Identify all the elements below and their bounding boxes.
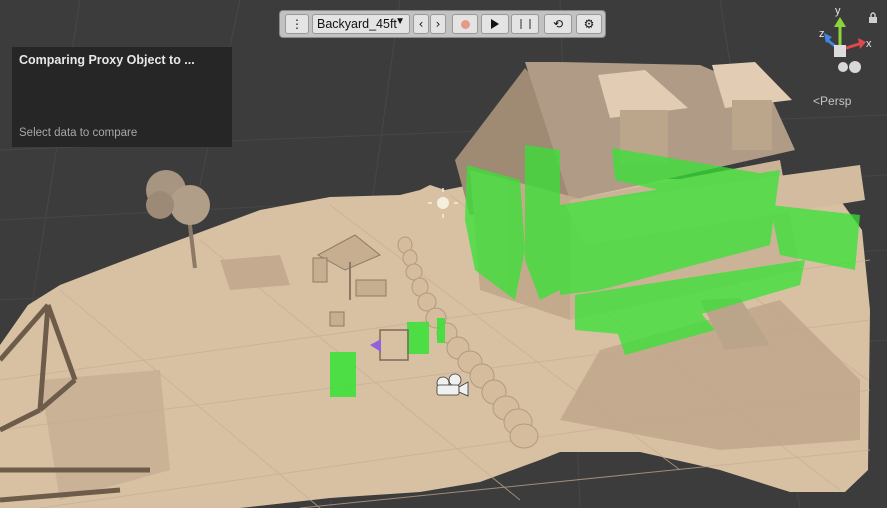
panel-title: Comparing Proxy Object to ... [19,53,195,67]
play-icon [491,19,499,29]
axis-x-label: x [866,38,872,50]
toolbar-menu-button[interactable]: ⋮ [285,14,309,34]
scene-viewport[interactable]: ⋮ Backyard_45ft ▼ ‹ › ⟲ ⚙ Comparing Prox… [0,0,887,508]
scene-toolbar: ⋮ Backyard_45ft ▼ ‹ › ⟲ ⚙ [279,10,606,38]
pause-icon [519,19,531,29]
record-icon [460,19,470,29]
gear-icon: ⚙ [583,17,595,31]
play-button[interactable] [481,14,509,34]
record-button[interactable] [452,14,478,34]
chevron-left-icon: < [813,94,821,108]
loop-button[interactable]: ⟲ [544,14,572,34]
projection-toggle[interactable]: <Persp [813,94,851,108]
lock-icon[interactable] [868,9,878,28]
settings-button[interactable]: ⚙ [576,14,602,34]
panel-hint: Select data to compare [19,127,138,139]
kebab-menu-icon: ⋮ [291,17,303,31]
loop-icon: ⟲ [552,17,564,31]
projection-label: Persp [820,94,852,108]
tree-shadow [220,255,290,290]
scene-selector-dropdown[interactable]: Backyard_45ft ▼ [312,14,410,34]
axis-z-label: z [819,28,825,40]
axis-y-label: y [835,5,841,17]
next-scene-button[interactable]: › [430,14,446,34]
chevron-right-icon: › [435,17,441,31]
pause-button[interactable] [511,14,539,34]
scene-name: Backyard_45ft [317,17,397,31]
dropdown-arrow-icon: ▼ [395,16,405,27]
previous-scene-button[interactable]: ‹ [413,14,429,34]
chevron-left-icon: ‹ [418,17,424,31]
comparison-overlay-panel: Comparing Proxy Object to ... Select dat… [12,47,232,147]
